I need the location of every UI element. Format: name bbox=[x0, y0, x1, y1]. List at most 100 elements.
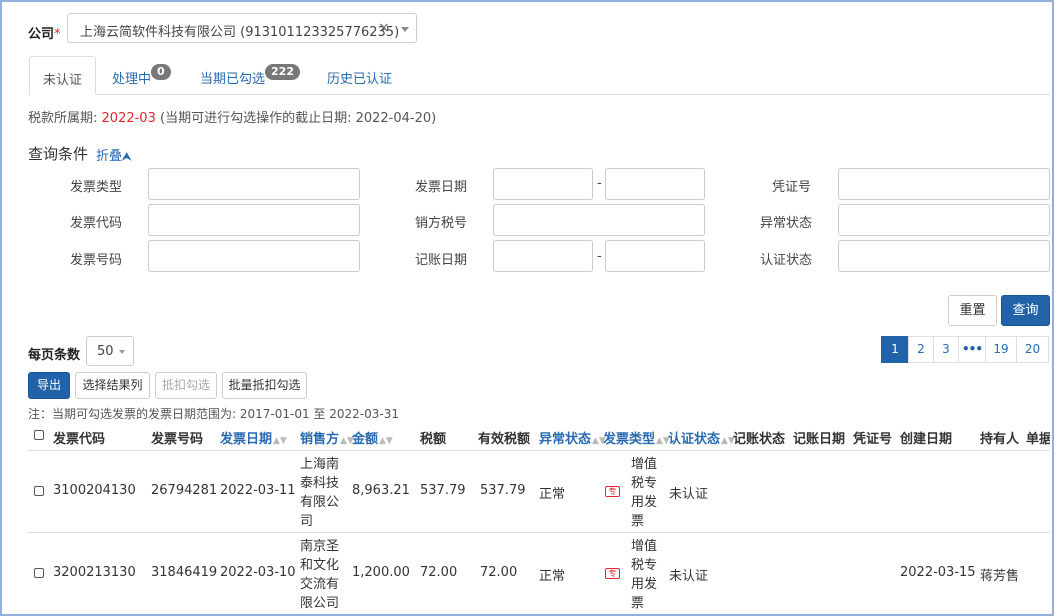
col-invoice-number: 发票号码 bbox=[151, 432, 204, 447]
cell-valid-tax: 72.00 bbox=[480, 565, 518, 580]
chevron-up-icon: ⮝ bbox=[122, 150, 132, 163]
row-checkbox[interactable] bbox=[34, 486, 44, 496]
col-auth-status[interactable]: 认证状态▲▼ bbox=[668, 428, 735, 447]
col-valid-tax: 有效税额 bbox=[478, 432, 531, 447]
pagination: 1 2 3 ••• 19 20 bbox=[881, 336, 1049, 363]
cell-auth-status: 未认证 bbox=[669, 569, 709, 584]
row-checkbox[interactable] bbox=[34, 568, 44, 578]
special-invoice-icon: 专 bbox=[605, 568, 620, 579]
col-amount[interactable]: 金额▲▼ bbox=[352, 428, 393, 447]
table-row[interactable]: 3200213130 31846419 2022-03-10 南京圣和文化交流有… bbox=[28, 533, 1050, 614]
invoice-code-input[interactable] bbox=[148, 204, 360, 236]
export-button[interactable]: 导出 bbox=[28, 372, 70, 399]
seller-tax-no-input[interactable] bbox=[493, 204, 705, 236]
auth-status-label: 认证状态 bbox=[760, 253, 813, 268]
select-all-checkbox[interactable] bbox=[34, 430, 44, 440]
page-link-1[interactable]: 1 bbox=[881, 336, 909, 363]
cell-tax: 537.79 bbox=[420, 483, 466, 498]
cell-seller: 南京圣和文化交流有限公司 bbox=[300, 539, 340, 611]
invoice-date-label: 发票日期 bbox=[415, 180, 468, 195]
col-abnormal-status[interactable]: 异常状态▲▼ bbox=[539, 428, 606, 447]
abnormal-status-label: 异常状态 bbox=[760, 216, 813, 231]
query-title: 查询条件 bbox=[28, 145, 89, 163]
deadline-suffix: ) bbox=[431, 111, 437, 126]
page-link-2[interactable]: 2 bbox=[908, 336, 934, 363]
auth-status-select[interactable] bbox=[838, 240, 1050, 272]
invoice-no-input[interactable] bbox=[148, 240, 360, 272]
voucher-no-label: 凭证号 bbox=[772, 180, 812, 195]
seller-tax-no-label: 销方税号 bbox=[415, 216, 468, 231]
cell-amount: 1,200.00 bbox=[352, 565, 410, 580]
page-size-label: 每页条数 bbox=[28, 348, 81, 363]
page-link-3[interactable]: 3 bbox=[933, 336, 959, 363]
cell-invoice-date: 2022-03-11 bbox=[220, 483, 296, 498]
booking-date-label: 记账日期 bbox=[415, 253, 468, 268]
col-holder: 持有人 bbox=[980, 432, 1020, 447]
col-label: 金额 bbox=[352, 432, 379, 447]
invoice-date-end-input[interactable] bbox=[605, 168, 705, 200]
tab-unauthenticated[interactable]: 未认证 bbox=[29, 56, 97, 95]
tab-label: 处理中 bbox=[112, 72, 152, 87]
cell-invoice-code: 3200213130 bbox=[53, 565, 136, 580]
tabs-divider bbox=[28, 94, 1050, 95]
sort-icon: ▲▼ bbox=[273, 436, 287, 446]
fold-toggle[interactable]: 折叠⮝ bbox=[96, 145, 131, 164]
tax-period-value: 2022-03 bbox=[101, 111, 156, 126]
table-row[interactable]: 3100204130 26794281 2022-03-11 上海南泰科技有限公… bbox=[28, 451, 1050, 532]
tab-processing[interactable]: 处理中0 bbox=[112, 56, 171, 94]
page-link-20[interactable]: 20 bbox=[1016, 336, 1049, 363]
col-voucher-no: 凭证号 bbox=[853, 432, 893, 447]
sort-icon: ▲▼ bbox=[379, 436, 393, 446]
deduct-select-button[interactable]: 抵扣勾选 bbox=[155, 372, 217, 399]
fold-label: 折叠 bbox=[96, 149, 123, 164]
cell-invoice-number: 31846419 bbox=[151, 565, 218, 580]
tab-history-authenticated[interactable]: 历史已认证 bbox=[327, 56, 392, 94]
booking-date-start-input[interactable] bbox=[493, 240, 593, 272]
cell-seller: 上海南泰科技有限公司 bbox=[300, 457, 340, 529]
col-label: 异常状态 bbox=[539, 432, 592, 447]
voucher-no-input[interactable] bbox=[838, 168, 1050, 200]
tab-current-selected[interactable]: 当期已勾选222 bbox=[200, 56, 300, 94]
col-created-date: 创建日期 bbox=[900, 432, 953, 447]
cell-auth-status: 未认证 bbox=[669, 487, 709, 502]
col-label: 销售方 bbox=[300, 432, 340, 447]
abnormal-status-select[interactable] bbox=[838, 204, 1050, 236]
invoice-type-input[interactable] bbox=[148, 168, 360, 200]
tax-period-label: 税款所属期: bbox=[28, 111, 98, 126]
clear-icon[interactable]: × bbox=[378, 20, 390, 36]
select-columns-button[interactable]: 选择结果列 bbox=[75, 372, 150, 399]
count-badge: 0 bbox=[151, 64, 171, 80]
invoice-no-label: 发票号码 bbox=[70, 253, 123, 268]
range-separator: - bbox=[597, 249, 602, 264]
search-button[interactable]: 查询 bbox=[1001, 295, 1050, 326]
cell-invoice-type: 增值税专用发票 bbox=[631, 539, 658, 611]
page-link-19[interactable]: 19 bbox=[985, 336, 1017, 363]
reset-button[interactable]: 重置 bbox=[948, 295, 997, 326]
col-booking-date: 记账日期 bbox=[793, 432, 846, 447]
company-select-value: 上海云简软件科技有限公司 (913101123325776235) bbox=[80, 25, 400, 40]
page-size-value: 50 bbox=[97, 344, 114, 359]
page-size-select[interactable]: 50 bbox=[86, 336, 134, 366]
company-select[interactable]: 上海云简软件科技有限公司 (913101123325776235) × bbox=[67, 13, 417, 43]
cell-invoice-type: 增值税专用发票 bbox=[631, 457, 658, 529]
deadline-prefix: (当期可进行勾选操作的截止日期: bbox=[160, 111, 352, 126]
invoice-date-start-input[interactable] bbox=[493, 168, 593, 200]
invoice-type-label: 发票类型 bbox=[70, 180, 123, 195]
cell-amount: 8,963.21 bbox=[352, 483, 410, 498]
col-invoice-code: 发票代码 bbox=[53, 432, 106, 447]
col-invoice-date[interactable]: 发票日期▲▼ bbox=[220, 428, 287, 447]
cell-invoice-date: 2022-03-10 bbox=[220, 565, 296, 580]
tab-label: 历史已认证 bbox=[327, 72, 393, 87]
chevron-down-icon bbox=[119, 350, 125, 354]
booking-date-end-input[interactable] bbox=[605, 240, 705, 272]
date-range-note: 注：当期可勾选发票的发票日期范围为: 2017-01-01 至 2022-03-… bbox=[28, 407, 399, 421]
col-invoice-type[interactable]: 发票类型▲▼ bbox=[603, 428, 670, 447]
cell-valid-tax: 537.79 bbox=[480, 483, 526, 498]
batch-deduct-button[interactable]: 批量抵扣勾选 bbox=[222, 372, 307, 399]
cell-abnormal-status: 正常 bbox=[539, 487, 566, 502]
company-label-text: 公司 bbox=[28, 27, 55, 42]
col-seller[interactable]: 销售方▲▼ bbox=[300, 428, 354, 447]
col-label: 发票类型 bbox=[603, 432, 656, 447]
page-ellipsis[interactable]: ••• bbox=[958, 336, 986, 363]
chevron-down-icon bbox=[401, 27, 409, 32]
